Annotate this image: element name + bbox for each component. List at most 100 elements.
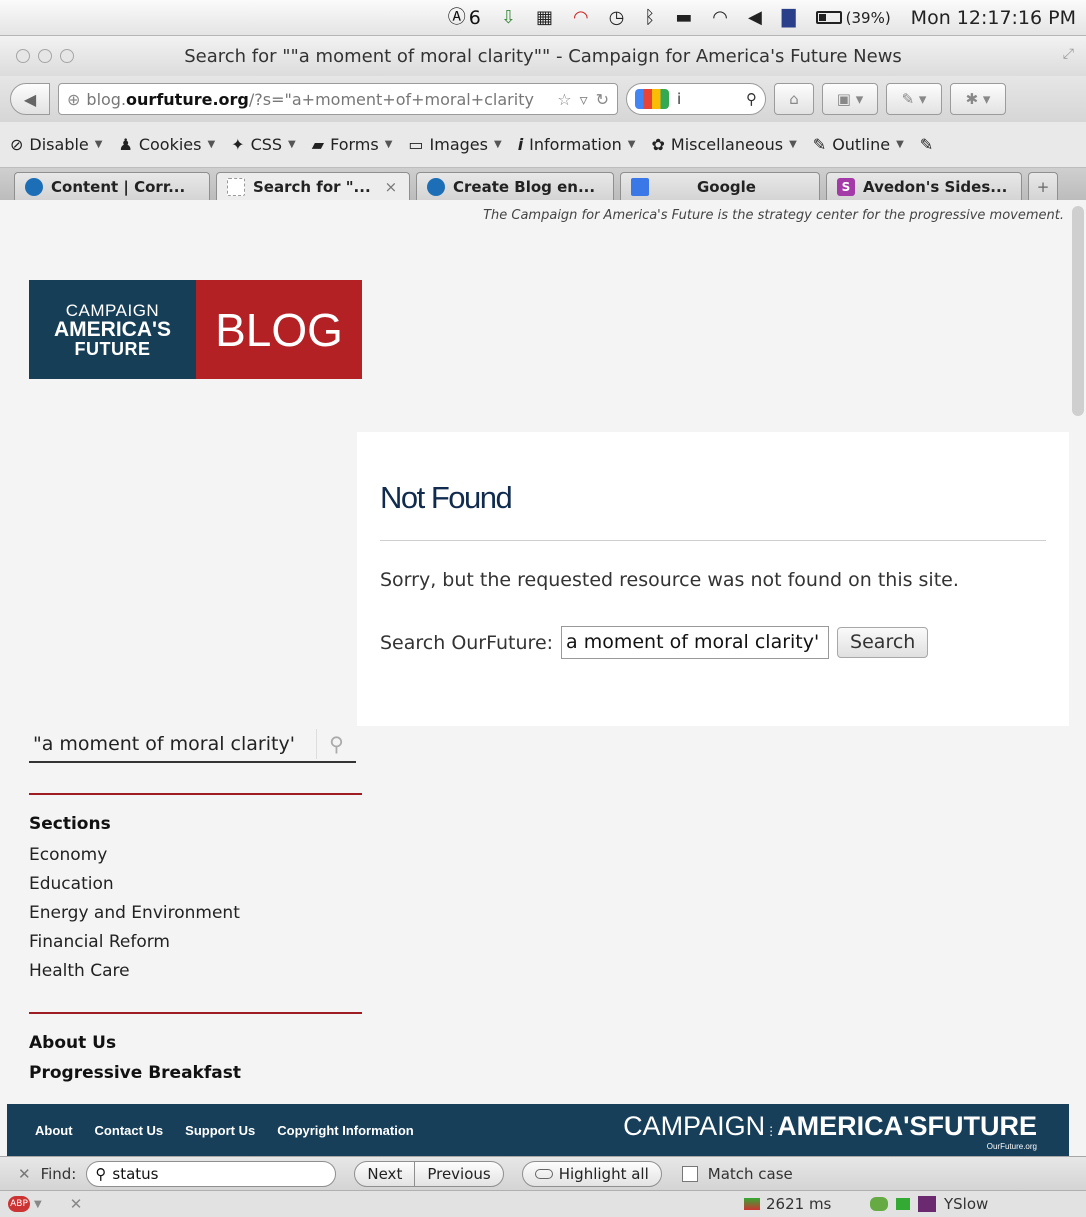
dev-disable-menu[interactable]: ⊘ Disable ▼ [10,135,102,154]
section-link-health-care[interactable]: Health Care [29,958,240,987]
dev-information-menu[interactable]: i Information ▼ [518,135,636,154]
page-speed-icon[interactable] [896,1198,910,1210]
home-button[interactable]: ⌂ [774,83,814,115]
adblock-dropdown-icon[interactable]: ▼ [34,1199,42,1210]
close-tab-icon[interactable]: × [385,178,398,196]
find-input[interactable]: ⚲ status [86,1160,337,1187]
display-icon[interactable]: ▬ [675,8,692,27]
battery-percent: (39%) [845,8,891,27]
menubar-clock[interactable]: Mon 12:17:16 PM [911,7,1076,29]
find-bar: ✕ Find: ⚲ status Next Previous Highlight… [0,1156,1086,1190]
sections-list: Economy Education Energy and Environment… [29,842,240,987]
wifi-icon[interactable]: ◠ [712,8,728,27]
time-machine-icon[interactable]: ◷ [609,8,625,27]
bluetooth-icon[interactable]: ᛒ [644,8,655,27]
dev-forms-menu[interactable]: ▰ Forms ▼ [312,135,393,154]
wifi-red-icon[interactable]: ◠ [573,8,589,27]
volume-icon[interactable]: ◀ [748,8,762,27]
extension-button[interactable]: ✱ ▾ [950,83,1006,115]
dev-menu-label: Cookies [138,135,202,154]
miscellaneous-icon: ✿ [651,135,665,154]
page-viewport: The Campaign for America's Future is the… [0,200,1086,1156]
yslow-indicator[interactable]: YSlow [870,1195,988,1213]
fullscreen-icon[interactable]: ⤢ [1063,46,1074,62]
battery-status[interactable]: (39%) [815,8,891,27]
google-search-engine-icon[interactable] [635,89,669,109]
section-link-energy[interactable]: Energy and Environment [29,900,240,929]
tab-avedons-sideshow[interactable]: S Avedon's Sides... [826,172,1022,200]
magnifier-icon[interactable]: ⚲ [746,90,757,108]
tab-search-for[interactable]: Search for "... × [216,172,410,200]
match-case-label[interactable]: Match case [708,1165,793,1183]
yslow-icon [918,1196,936,1212]
find-previous-button[interactable]: Previous [414,1160,504,1187]
dev-cookies-menu[interactable]: ♟ Cookies ▼ [118,135,215,154]
drupal-favicon-icon [427,177,445,196]
footer-link-contact[interactable]: Contact Us [95,1123,164,1138]
back-arrow-icon: ◀ [23,89,37,109]
dev-images-menu[interactable]: ▭ Images ▼ [408,135,501,154]
section-link-financial-reform[interactable]: Financial Reform [29,929,240,958]
load-time-indicator[interactable]: 2621 ms [744,1195,831,1213]
section-link-education[interactable]: Education [29,871,240,900]
screenshot-button[interactable]: ▣ ▾ [822,83,878,115]
dev-menu-label: Outline [832,135,891,154]
site-tagline: The Campaign for America's Future is the… [483,208,1064,223]
about-us-link[interactable]: About Us [29,1033,116,1053]
images-icon: ▭ [408,135,424,154]
dev-outline-menu[interactable]: ✎ Outline ▼ [813,135,904,154]
eyedropper-button[interactable]: ✎ ▾ [886,83,942,115]
url-bar[interactable]: ⊕ blog.ourfuture.org/?s="a+moment+of+mor… [58,83,618,115]
site-footer: About Contact Us Support Us Copyright In… [7,1104,1069,1156]
match-case-checkbox[interactable] [681,1165,698,1182]
close-find-bar-icon[interactable]: ✕ [18,1165,31,1183]
adblock-icon[interactable]: ABP [8,1196,30,1212]
tab-content-corr[interactable]: Content | Corr... [14,172,210,200]
close-status-icon[interactable]: ✕ [70,1195,83,1213]
search-icon[interactable]: ⚲ [316,728,356,759]
status-bar: ABP ▼ ✕ 2621 ms YSlow [0,1190,1086,1217]
footer-logo[interactable]: CAMPAIGN⋮AMERICA'SFUTURE [623,1113,1037,1140]
logo-line-americas: AMERICA'S [54,317,171,341]
firebug-icon[interactable] [870,1197,888,1211]
dropdown-arrow-icon[interactable]: ▿ [580,90,588,109]
yslow-label: YSlow [944,1195,989,1213]
dev-css-menu[interactable]: ✦ CSS ▼ [231,135,296,154]
eyedropper-icon: ✎ ▾ [901,90,927,108]
section-link-economy[interactable]: Economy [29,842,240,871]
bookmark-star-icon[interactable]: ☆ [557,90,571,109]
highlight-all-button[interactable]: Highlight all [521,1160,662,1187]
tab-create-blog[interactable]: Create Blog en... [416,172,614,200]
footer-link-about[interactable]: About [35,1123,73,1138]
flag-icon[interactable]: ▇ [782,8,796,27]
tab-google[interactable]: Google [620,172,820,200]
search-input[interactable]: a moment of moral clarity' [561,626,830,659]
footer-logo-url: OurFuture.org [986,1142,1037,1151]
site-logo[interactable]: CAMPAIGN AMERICA'S FUTURE BLOG [29,280,362,379]
find-next-button[interactable]: Next [354,1160,416,1187]
url-path: /?s="a+moment+of+moral+clarity [248,89,534,109]
footer-link-support[interactable]: Support Us [185,1123,255,1138]
progressive-breakfast-link[interactable]: Progressive Breakfast [29,1063,241,1083]
sidebar-search: "a moment of moral clarity' ⚲ [29,726,356,763]
gauge-icon[interactable]: ▦ [536,8,553,27]
caret-icon: ▼ [94,139,103,150]
caret-icon: ▼ [493,139,502,150]
dev-miscellaneous-menu[interactable]: ✿ Miscellaneous ▼ [652,135,797,154]
back-button[interactable]: ◀ [10,83,50,115]
site-identity-icon[interactable]: ⊕ [67,90,80,109]
dev-resize-menu[interactable]: ✎ [920,135,933,154]
new-tab-button[interactable]: + [1028,172,1058,200]
sidebar-search-input[interactable]: "a moment of moral clarity' [29,733,316,755]
sidebar-divider [29,1012,362,1014]
reload-icon[interactable]: ↻ [596,90,609,109]
search-engine-bar[interactable]: i ⚲ [626,83,766,115]
footer-link-copyright[interactable]: Copyright Information [277,1123,414,1138]
forms-icon: ▰ [311,135,325,154]
css-wand-icon: ✦ [231,135,245,154]
search-button[interactable]: Search [837,627,929,658]
page-scrollbar[interactable] [1072,206,1084,416]
search-engine-input[interactable]: i [677,90,681,108]
adobe-menu-item[interactable]: Ⓐ 6 [448,7,481,29]
download-icon[interactable]: ⇩ [501,8,516,27]
